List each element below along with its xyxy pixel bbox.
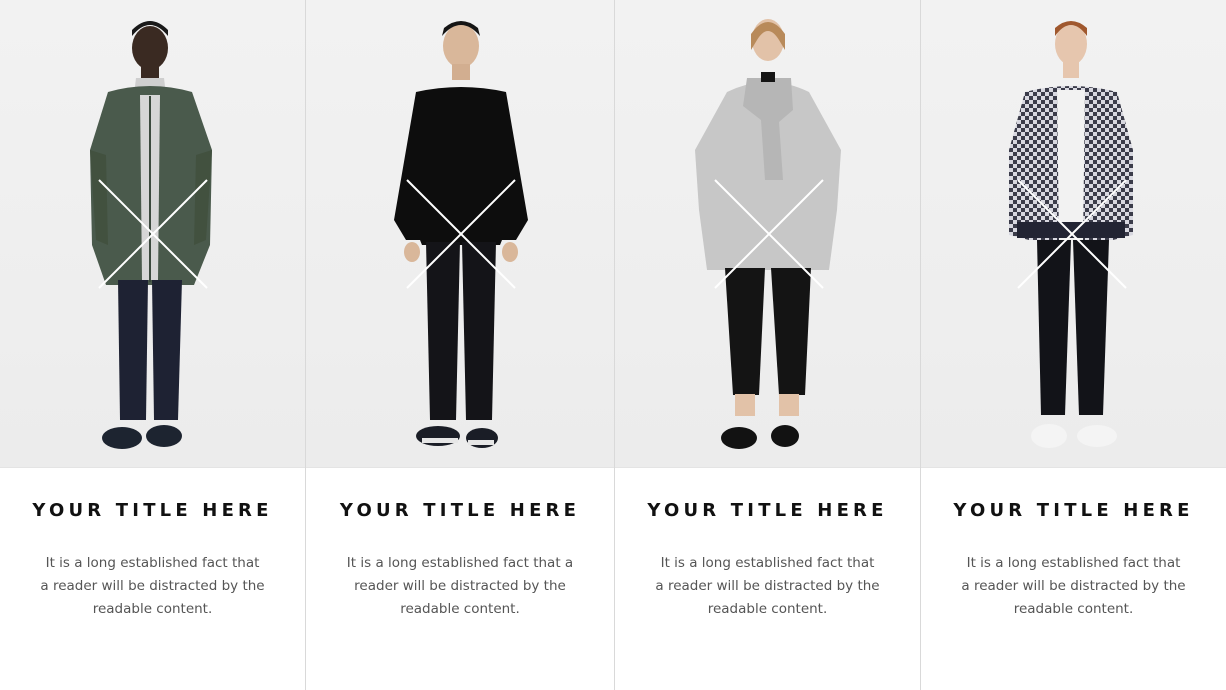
product-card[interactable]: YOUR TITLE HERE It is a long established… (0, 0, 305, 690)
card-description: It is a long established fact that a rea… (40, 555, 265, 617)
card-title: YOUR TITLE HERE (32, 500, 273, 521)
product-card[interactable]: YOUR TITLE HERE It is a long established… (305, 0, 614, 690)
card-title: YOUR TITLE HERE (339, 500, 581, 521)
image-placeholder-x-icon (714, 179, 824, 289)
product-image[interactable] (615, 0, 920, 468)
image-placeholder-x-icon (406, 179, 516, 289)
card-description: It is a long established fact that a rea… (655, 555, 880, 617)
image-placeholder-x-icon (98, 179, 208, 289)
product-card[interactable]: YOUR TITLE HERE It is a long established… (920, 0, 1226, 690)
card-title: YOUR TITLE HERE (953, 500, 1194, 521)
card-description: It is a long established fact that a rea… (346, 555, 574, 617)
product-image[interactable] (0, 0, 305, 468)
product-image[interactable] (306, 0, 614, 468)
image-placeholder-x-icon (1017, 179, 1127, 289)
card-description: It is a long established fact that a rea… (961, 555, 1186, 617)
product-image[interactable] (921, 0, 1226, 468)
product-grid: YOUR TITLE HERE It is a long established… (0, 0, 1226, 690)
card-title: YOUR TITLE HERE (647, 500, 888, 521)
product-card[interactable]: YOUR TITLE HERE It is a long established… (614, 0, 920, 690)
